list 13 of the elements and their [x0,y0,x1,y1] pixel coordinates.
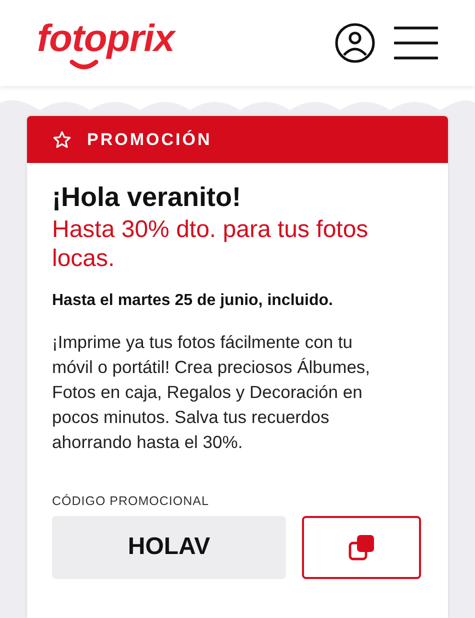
promo-code-field: HOLAV [52,516,286,579]
promo-subtitle: Hasta 30% dto. para tus fotos locas. [52,215,370,273]
promo-title: ¡Hola veranito! [52,181,242,213]
star-icon [52,130,72,150]
menu-icon[interactable] [394,25,438,61]
promo-description: ¡Imprime ya tus fotos fácilmente con tu móvil o portátil! Crea preciosos Álbumes, Fotos en caja, Regalos y Decoración en pocos minutos. Salva tus recuerdos ahorrando hasta el 30%. [52,331,372,454]
logo[interactable]: fotoprix [37,15,180,71]
copy-button[interactable] [302,516,421,579]
copy-icon [348,533,376,562]
promo-deadline: Hasta el martes 25 de junio, incluido. [52,291,334,311]
user-icon[interactable] [334,22,376,64]
promo-label: PROMOCIÓN [87,128,212,151]
code-label: CÓDIGO PROMOCIONAL [52,493,210,510]
